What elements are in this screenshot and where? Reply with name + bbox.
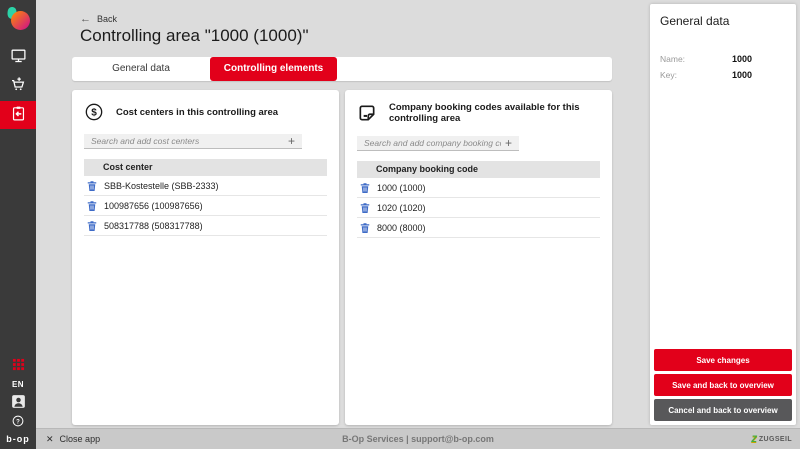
app-window: EN ? b-op xyxy=(0,0,800,449)
close-app-label: Close app xyxy=(60,434,101,444)
cost-search-input[interactable] xyxy=(91,136,284,146)
sidebar: EN ? b-op xyxy=(0,0,36,449)
tab-general-data[interactable]: General data xyxy=(72,57,210,81)
cart-plus-icon xyxy=(9,75,27,96)
back-arrow-icon: ← xyxy=(80,13,91,25)
app-logo-icon[interactable] xyxy=(3,4,33,34)
booking-codes-panel: Company booking codes available for this… xyxy=(345,90,612,425)
support-text: B-Op Services | support@b-op.com xyxy=(36,434,800,444)
dollar-circle-icon: $ xyxy=(84,102,104,122)
cost-table-row: 508317788 (508317788) xyxy=(84,216,327,236)
zugseil-text: ZUGSEIL xyxy=(759,436,792,443)
cost-panel-header: $ Cost centers in this controlling area xyxy=(84,102,327,122)
key-label: Key: xyxy=(660,70,732,80)
monitor-icon xyxy=(10,47,27,67)
help-icon: ? xyxy=(12,415,24,430)
add-booking-code-icon[interactable]: + xyxy=(501,137,512,149)
save-and-back-button[interactable]: Save and back to overview xyxy=(654,374,792,396)
name-field: Name: 1000 xyxy=(660,54,786,64)
delete-icon[interactable] xyxy=(359,181,371,195)
card-buttons: Save changes Save and back to overview C… xyxy=(654,346,792,421)
cost-center-name: 100987656 (100987656) xyxy=(104,201,203,211)
user-badge-icon xyxy=(11,394,26,412)
apps-grid-icon xyxy=(12,358,25,374)
language-selector[interactable]: EN xyxy=(12,380,24,389)
booking-table-row: 1000 (1000) xyxy=(357,178,600,198)
key-field: Key: 1000 xyxy=(660,70,786,80)
sidebar-item-help[interactable]: ? xyxy=(0,414,36,430)
name-value: 1000 xyxy=(732,54,752,64)
cost-center-name: SBB-Kostestelle (SBB-2333) xyxy=(104,181,219,191)
name-label: Name: xyxy=(660,54,732,64)
cost-table-row: SBB-Kostestelle (SBB-2333) xyxy=(84,176,327,196)
panels-row: $ Cost centers in this controlling area … xyxy=(72,90,612,425)
bop-logo: b-op xyxy=(6,434,30,444)
booking-search-input[interactable] xyxy=(364,138,501,148)
booking-table-header: Company booking code xyxy=(357,161,600,178)
cost-centers-panel: $ Cost centers in this controlling area … xyxy=(72,90,339,425)
booking-code-name: 1000 (1000) xyxy=(377,183,426,193)
delete-icon[interactable] xyxy=(359,201,371,215)
key-value: 1000 xyxy=(732,70,752,80)
delete-icon[interactable] xyxy=(86,179,98,193)
sidebar-item-controlling[interactable] xyxy=(0,101,36,129)
sidebar-item-screens[interactable] xyxy=(0,43,36,70)
svg-text:$: $ xyxy=(91,108,97,119)
sidebar-item-account[interactable] xyxy=(0,394,36,412)
cost-center-name: 508317788 (508317788) xyxy=(104,221,203,231)
save-changes-button[interactable]: Save changes xyxy=(654,349,792,371)
close-icon: ✕ xyxy=(46,434,54,445)
sidebar-item-shop[interactable] xyxy=(0,72,36,99)
page-title: Controlling area "1000 (1000)" xyxy=(80,26,309,46)
booking-table-row: 1020 (1020) xyxy=(357,198,600,218)
booking-panel-header: Company booking codes available for this… xyxy=(357,102,600,124)
delete-icon[interactable] xyxy=(86,219,98,233)
general-data-card: General data Name: 1000 Key: 1000 Save c… xyxy=(650,4,796,425)
note-icon xyxy=(357,103,377,123)
sidebar-bottom: EN ? b-op xyxy=(0,356,36,449)
tab-bar: General data Controlling elements xyxy=(72,57,612,81)
footer-bar: ✕ Close app B-Op Services | support@b-op… xyxy=(36,428,800,449)
back-button[interactable]: ← Back xyxy=(80,13,117,25)
add-cost-center-icon[interactable]: + xyxy=(284,135,295,147)
cost-table-row: 100987656 (100987656) xyxy=(84,196,327,216)
sidebar-item-apps[interactable] xyxy=(0,357,36,375)
svg-text:?: ? xyxy=(16,419,20,425)
cost-search-box: + xyxy=(84,134,302,149)
delete-icon[interactable] xyxy=(86,199,98,213)
booking-table-row: 8000 (8000) xyxy=(357,218,600,238)
cost-table-header: Cost center xyxy=(84,159,327,176)
cost-panel-title: Cost centers in this controlling area xyxy=(116,107,278,118)
booking-panel-title: Company booking codes available for this… xyxy=(389,102,600,124)
clipboard-back-icon xyxy=(10,105,27,125)
general-data-title: General data xyxy=(660,14,786,28)
tab-controlling-elements[interactable]: Controlling elements xyxy=(210,57,337,81)
back-label: Back xyxy=(97,14,117,24)
booking-code-name: 1020 (1020) xyxy=(377,203,426,213)
zugseil-logo: Z ZUGSEIL xyxy=(751,434,792,444)
close-app-button[interactable]: ✕ Close app xyxy=(46,434,100,445)
cancel-and-back-button[interactable]: Cancel and back to overview xyxy=(654,399,792,421)
booking-search-box: + xyxy=(357,136,519,151)
delete-icon[interactable] xyxy=(359,221,371,235)
zugseil-z-icon: Z xyxy=(751,434,757,444)
booking-code-name: 8000 (8000) xyxy=(377,223,426,233)
